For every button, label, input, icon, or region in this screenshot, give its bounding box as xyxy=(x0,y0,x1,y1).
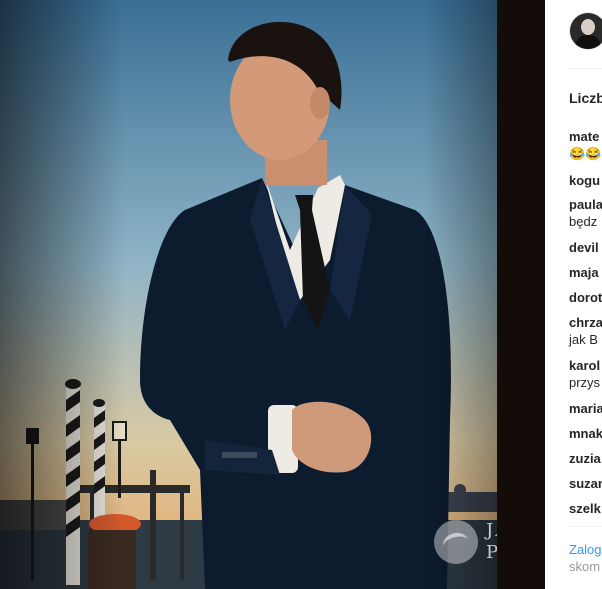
comment-username[interactable]: kogu xyxy=(569,173,600,188)
comment: chrza jak B xyxy=(569,314,602,348)
comment-text: przys xyxy=(569,375,601,390)
comment-text: 😂😂 xyxy=(569,146,602,161)
comment: doroti xyxy=(569,289,602,306)
comment-username[interactable]: paula xyxy=(569,197,602,212)
comment-username[interactable]: karol xyxy=(569,358,600,373)
divider xyxy=(569,68,602,69)
comment-username[interactable]: chrza xyxy=(569,315,602,330)
comment-username[interactable]: mnak xyxy=(569,426,602,441)
comment-username[interactable]: doroti xyxy=(569,290,602,305)
comment: maja xyxy=(569,264,599,281)
comment: kogu xyxy=(569,172,600,189)
comment-text: jak B xyxy=(569,332,598,347)
comment-username[interactable]: maja xyxy=(569,265,599,280)
comment: mnak xyxy=(569,425,602,442)
watermark-line1: JASTR xyxy=(486,520,497,541)
watermark-logo-icon xyxy=(434,520,478,564)
photo-scene xyxy=(0,0,497,589)
avatar[interactable] xyxy=(569,12,602,50)
comment-username[interactable]: maria xyxy=(569,401,602,416)
divider xyxy=(569,526,602,527)
login-prompt[interactable]: Zalog skom xyxy=(569,541,602,575)
comment: paula będz xyxy=(569,196,602,230)
comment-text: będz xyxy=(569,214,598,229)
comment-username[interactable]: mate xyxy=(569,129,599,144)
comment: szelk xyxy=(569,500,601,517)
comment: devil xyxy=(569,239,599,256)
jastrzab-post-watermark: JASTR POST xyxy=(434,518,497,568)
comment-username[interactable]: zuzia xyxy=(569,451,601,466)
post-sidebar: Liczb mate 😂😂 kogu paula będz devil maja… xyxy=(545,0,602,589)
comment: karol przys xyxy=(569,357,600,391)
likes-count: Liczb xyxy=(569,90,602,106)
post-photo[interactable]: JASTR POST xyxy=(0,0,497,589)
comment-username[interactable]: devil xyxy=(569,240,599,255)
login-subtext: skom xyxy=(569,559,601,574)
comment-username[interactable]: suzan xyxy=(569,476,602,491)
comment: maria xyxy=(569,400,602,417)
comment: zuzia xyxy=(569,450,601,467)
comment: mate 😂😂 xyxy=(569,128,601,162)
photo-border xyxy=(497,0,545,589)
login-link[interactable]: Zalog xyxy=(569,542,602,557)
watermark-line2: POST xyxy=(486,542,497,563)
comment-username[interactable]: szelk xyxy=(569,501,601,516)
comment: suzan xyxy=(569,475,602,492)
